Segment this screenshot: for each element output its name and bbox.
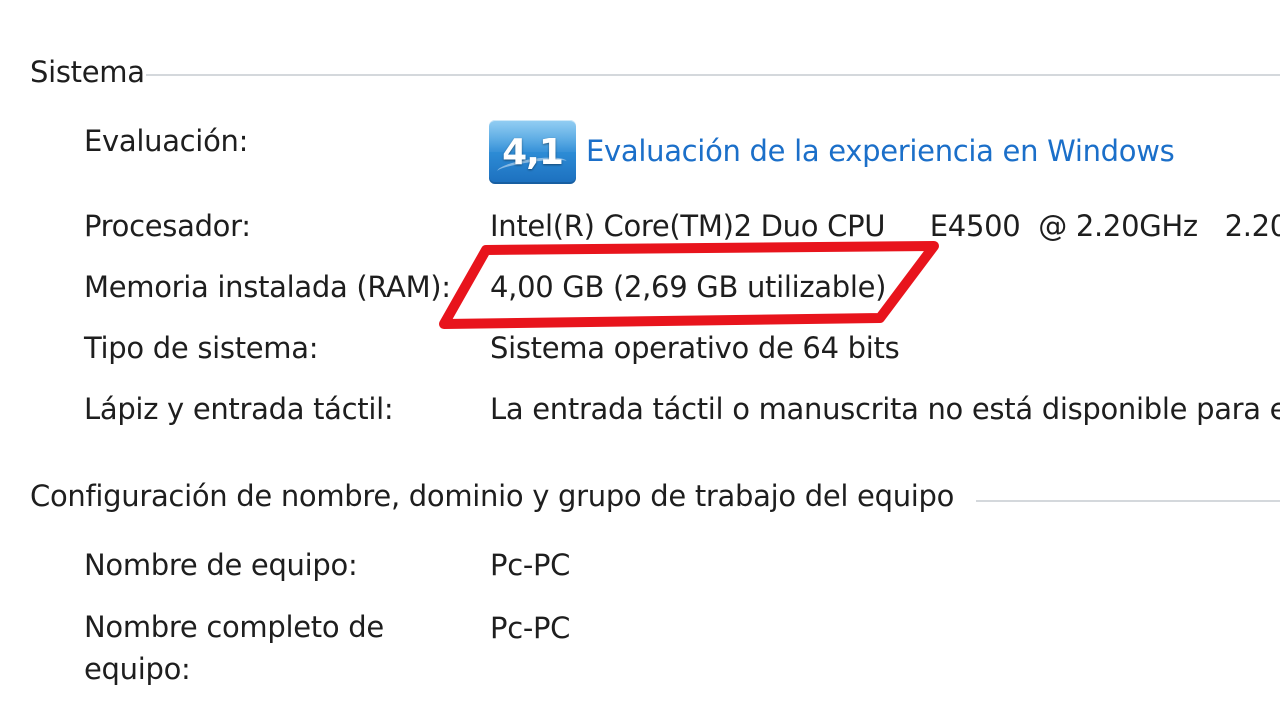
section-divider-system <box>146 74 1280 76</box>
section-divider-computer-name <box>976 500 1280 502</box>
pen-touch-label: Lápiz y entrada táctil: <box>84 392 394 426</box>
memory-value: 4,00 GB (2,69 GB utilizable) <box>490 270 887 304</box>
rating-label: Evaluación: <box>84 124 249 158</box>
section-title-system: Sistema <box>30 55 145 89</box>
windows-experience-index-icon[interactable]: 4,1 <box>489 120 576 184</box>
processor-label: Procesador: <box>84 209 251 243</box>
processor-value: Intel(R) Core(TM)2 Duo CPU E4500 @ 2.20G… <box>490 209 1280 243</box>
section-title-computer-name: Configuración de nombre, dominio y grupo… <box>30 479 955 513</box>
system-type-value: Sistema operativo de 64 bits <box>490 331 900 365</box>
computer-name-label: Nombre de equipo: <box>84 548 358 582</box>
memory-label: Memoria instalada (RAM): <box>84 270 451 304</box>
rating-score: 4,1 <box>502 132 564 173</box>
full-computer-name-value: Pc-PC <box>490 611 571 645</box>
computer-name-value: Pc-PC <box>490 548 571 582</box>
pen-touch-value: La entrada táctil o manuscrita no está d… <box>490 392 1280 426</box>
full-computer-name-label: Nombre completo de equipo: <box>84 610 384 686</box>
windows-experience-index-link[interactable]: Evaluación de la experiencia en Windows <box>586 137 1175 166</box>
system-type-label: Tipo de sistema: <box>84 331 319 365</box>
